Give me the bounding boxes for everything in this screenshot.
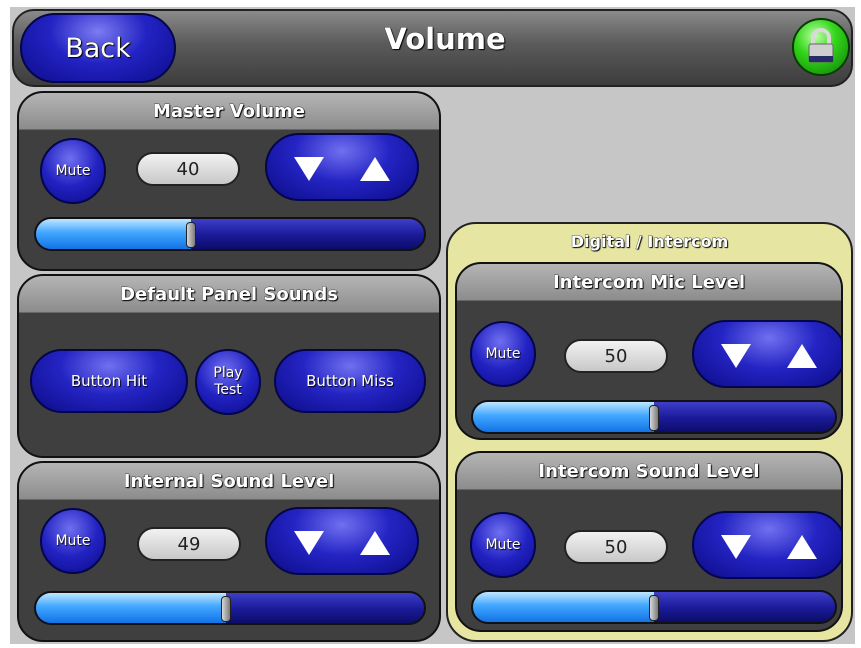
default-panel-sounds-title: Default Panel Sounds bbox=[19, 276, 439, 313]
volume-up-icon[interactable] bbox=[787, 344, 817, 368]
internal-sound-level-panel: Internal Sound Level Mute 49 bbox=[17, 461, 441, 642]
internal-mute-button[interactable]: Mute bbox=[40, 508, 106, 574]
lock-icon[interactable] bbox=[792, 18, 850, 76]
slider-fill bbox=[36, 219, 192, 249]
slider-fill bbox=[36, 593, 227, 623]
volume-down-icon[interactable] bbox=[294, 157, 324, 181]
master-volume-panel: Master Volume Mute 40 bbox=[17, 91, 441, 271]
volume-down-icon[interactable] bbox=[721, 535, 751, 559]
internal-sound-value: 49 bbox=[137, 527, 241, 561]
internal-sound-stepper[interactable] bbox=[265, 507, 419, 575]
intercom-mic-level-title: Intercom Mic Level bbox=[457, 264, 841, 301]
back-button[interactable]: Back bbox=[20, 13, 176, 83]
intercom-mute-button[interactable]: Mute bbox=[470, 512, 536, 578]
master-volume-value: 40 bbox=[136, 152, 240, 186]
volume-down-icon[interactable] bbox=[294, 531, 324, 555]
internal-sound-slider[interactable] bbox=[34, 591, 426, 625]
slider-handle[interactable] bbox=[186, 222, 197, 248]
mic-level-slider[interactable] bbox=[471, 400, 837, 434]
volume-up-icon[interactable] bbox=[787, 535, 817, 559]
padlock-glyph bbox=[808, 28, 834, 63]
intercom-mic-level-panel: Intercom Mic Level Mute 50 bbox=[455, 262, 843, 440]
intercom-sound-level-panel: Intercom Sound Level Mute 50 bbox=[455, 451, 843, 632]
master-volume-stepper[interactable] bbox=[265, 133, 419, 201]
intercom-sound-level-title: Intercom Sound Level bbox=[457, 453, 841, 490]
intercom-sound-stepper[interactable] bbox=[692, 511, 841, 579]
slider-fill bbox=[473, 592, 654, 622]
master-volume-title: Master Volume bbox=[19, 93, 439, 130]
digital-intercom-group: Digital / Intercom Intercom Mic Level Mu… bbox=[446, 222, 853, 642]
internal-sound-level-title: Internal Sound Level bbox=[19, 463, 439, 500]
intercom-sound-value: 50 bbox=[564, 530, 668, 564]
slider-fill bbox=[473, 402, 654, 432]
volume-up-icon[interactable] bbox=[360, 531, 390, 555]
mic-level-stepper[interactable] bbox=[692, 320, 841, 388]
button-miss-button[interactable]: Button Miss bbox=[274, 349, 426, 413]
button-hit-button[interactable]: Button Hit bbox=[30, 349, 188, 413]
intercom-sound-slider[interactable] bbox=[471, 590, 837, 624]
mic-level-value: 50 bbox=[564, 339, 668, 373]
mic-mute-button[interactable]: Mute bbox=[470, 321, 536, 387]
slider-handle[interactable] bbox=[649, 595, 659, 621]
digital-intercom-title: Digital / Intercom bbox=[570, 232, 729, 252]
slider-handle[interactable] bbox=[649, 405, 659, 431]
default-panel-sounds-panel: Default Panel Sounds Button Hit Play Tes… bbox=[17, 274, 441, 458]
volume-up-icon[interactable] bbox=[360, 157, 390, 181]
master-volume-slider[interactable] bbox=[34, 217, 426, 251]
master-mute-button[interactable]: Mute bbox=[40, 138, 106, 204]
play-test-button[interactable]: Play Test bbox=[195, 349, 261, 415]
slider-handle[interactable] bbox=[221, 596, 232, 622]
page-title: Volume bbox=[384, 22, 506, 57]
volume-down-icon[interactable] bbox=[721, 344, 751, 368]
